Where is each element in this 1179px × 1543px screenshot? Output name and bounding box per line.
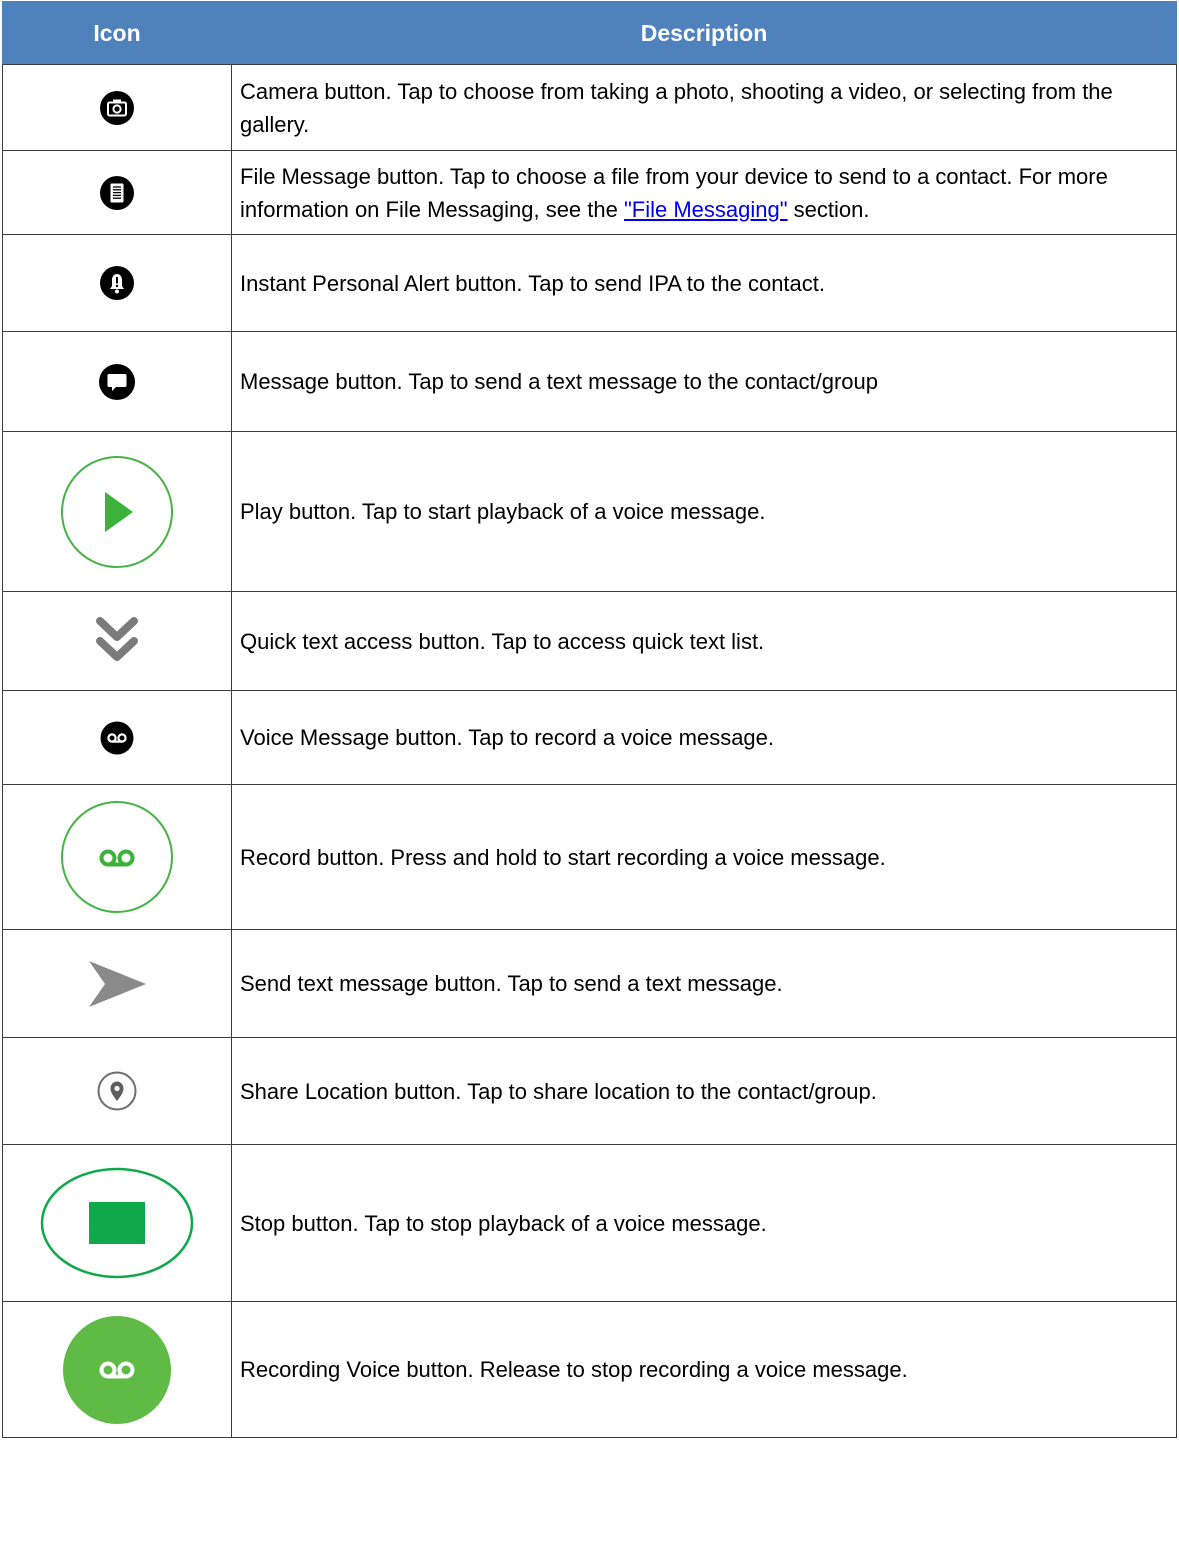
table-row: Send text message button. Tap to send a …: [2, 929, 1177, 1038]
location-pin-icon: [97, 1071, 137, 1111]
table-row: Recording Voice button. Release to stop …: [2, 1301, 1177, 1438]
description-cell: File Message button. Tap to choose a fil…: [231, 150, 1177, 235]
table-row: Record button. Press and hold to start r…: [2, 784, 1177, 930]
send-arrow-icon: [85, 958, 149, 1010]
icon-description-table: Icon Description Camera button. Tap to c…: [2, 1, 1177, 1438]
table-row: File Message button. Tap to choose a fil…: [2, 150, 1177, 235]
table-row: Play button. Tap to start playback of a …: [2, 431, 1177, 592]
description-cell: Stop button. Tap to stop playback of a v…: [231, 1144, 1177, 1302]
description-cell: Message button. Tap to send a text messa…: [231, 331, 1177, 432]
description-cell: Instant Personal Alert button. Tap to se…: [231, 234, 1177, 332]
table-row: Voice Message button. Tap to record a vo…: [2, 690, 1177, 785]
file-messaging-link[interactable]: "File Messaging": [624, 197, 788, 222]
table-row: Instant Personal Alert button. Tap to se…: [2, 234, 1177, 332]
table-header-row: Icon Description: [2, 1, 1177, 65]
message-bubble-icon: [98, 363, 136, 401]
description-cell: Voice Message button. Tap to record a vo…: [231, 690, 1177, 785]
table-row: Quick text access button. Tap to access …: [2, 591, 1177, 691]
description-column-header: Description: [231, 1, 1177, 65]
table-row: Share Location button. Tap to share loca…: [2, 1037, 1177, 1145]
record-icon: [60, 800, 174, 914]
description-cell: Play button. Tap to start playback of a …: [231, 431, 1177, 592]
description-cell: Record button. Press and hold to start r…: [231, 784, 1177, 930]
table-row: Stop button. Tap to stop playback of a v…: [2, 1144, 1177, 1302]
icon-column-header: Icon: [2, 1, 232, 65]
file-message-icon: [99, 175, 135, 211]
stop-icon: [40, 1167, 194, 1279]
table-row: Message button. Tap to send a text messa…: [2, 331, 1177, 432]
camera-icon: [99, 90, 135, 126]
alert-bell-icon: [99, 265, 135, 301]
voicemail-icon: [100, 721, 134, 755]
play-icon: [60, 455, 174, 569]
description-cell: Share Location button. Tap to share loca…: [231, 1037, 1177, 1145]
table-row: Camera button. Tap to choose from taking…: [2, 64, 1177, 151]
description-cell: Recording Voice button. Release to stop …: [231, 1301, 1177, 1438]
description-cell: Send text message button. Tap to send a …: [231, 929, 1177, 1038]
description-cell: Camera button. Tap to choose from taking…: [231, 64, 1177, 151]
double-chevron-down-icon: [95, 615, 139, 667]
recording-voice-icon: [62, 1315, 172, 1425]
description-cell: Quick text access button. Tap to access …: [231, 591, 1177, 691]
